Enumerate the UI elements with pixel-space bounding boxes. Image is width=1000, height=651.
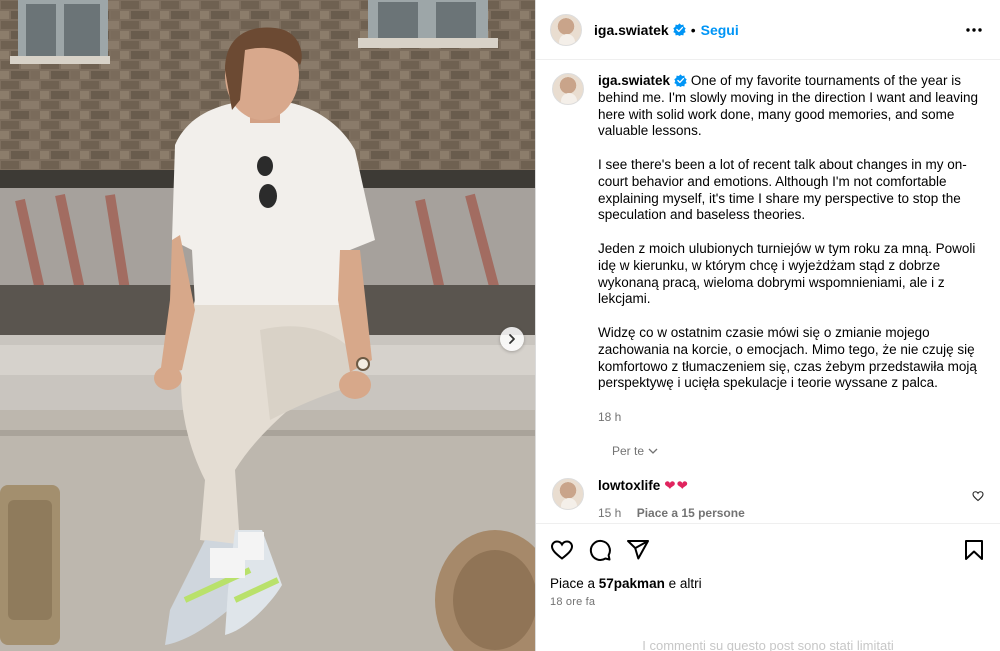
avatar[interactable] <box>550 13 582 46</box>
post-photo <box>0 0 535 651</box>
comment-like-heart-icon[interactable] <box>972 490 984 502</box>
verified-badge-icon <box>673 23 686 36</box>
more-options-button[interactable] <box>962 18 986 42</box>
caption-paragraph: Jeden z moich ulubionych turniejów w tym… <box>598 240 980 307</box>
comment-avatar[interactable] <box>552 477 584 510</box>
likes-summary[interactable]: Piace a 57pakman e altri <box>550 576 986 591</box>
post-actions: Piace a 57pakman e altri 18 ore fa I com… <box>536 523 1000 651</box>
post-side-panel: iga.swiatek • Segui iga.swiatek One of m… <box>535 0 1000 651</box>
verified-badge-icon <box>674 74 687 87</box>
comment-text: ❤❤ <box>664 477 689 493</box>
post-header: iga.swiatek • Segui <box>536 0 1000 60</box>
like-heart-icon[interactable] <box>550 538 574 562</box>
translate-label: Per te <box>612 443 645 458</box>
comment-item: lowtoxlife ❤❤ 15 h Piace a 15 persone <box>552 477 986 520</box>
comment-bubble-icon[interactable] <box>588 538 612 562</box>
caption-paragraph: iga.swiatek One of my favorite tournamen… <box>598 73 983 140</box>
caption-paragraph: Widzę co w ostatnim czasie mówi się o zm… <box>598 324 981 391</box>
post-timestamp[interactable]: 18 ore fa <box>550 596 986 608</box>
likes-suffix: e altri <box>664 576 702 591</box>
caption-body: iga.swiatek One of my favorite tournamen… <box>598 73 983 426</box>
likes-prefix: Piace a <box>550 576 599 591</box>
save-bookmark-icon[interactable] <box>962 538 986 562</box>
comments-limited-notice: I commenti su questo post sono stati lim… <box>642 638 894 651</box>
action-icons <box>550 538 986 562</box>
more-horizontal-icon <box>966 27 982 32</box>
translate-toggle[interactable]: Per te <box>612 444 658 458</box>
comments-section: iga.swiatek One of my favorite tournamen… <box>536 61 1000 523</box>
caption-avatar[interactable] <box>552 73 584 105</box>
separator-dot: • <box>690 21 696 38</box>
comment-likes[interactable]: Piace a 15 persone <box>637 506 745 520</box>
caption-username[interactable]: iga.swiatek <box>598 73 670 88</box>
comment-time[interactable]: 15 h <box>598 506 621 520</box>
follow-button[interactable]: Segui <box>701 22 739 38</box>
caption-paragraph: I see there's been a lot of recent talk … <box>598 156 967 223</box>
comment-body: lowtoxlife ❤❤ 15 h Piace a 15 persone <box>598 478 757 520</box>
chevron-right-icon <box>509 334 515 344</box>
comment-username[interactable]: lowtoxlife <box>598 478 660 493</box>
share-paper-plane-icon[interactable] <box>626 538 650 562</box>
comment-meta: 15 h Piace a 15 persone <box>598 506 757 520</box>
username-link[interactable]: iga.swiatek <box>594 22 669 38</box>
chevron-down-icon <box>648 448 658 454</box>
likes-user[interactable]: 57pakman <box>599 576 665 591</box>
caption: iga.swiatek One of my favorite tournamen… <box>552 73 986 426</box>
post-image <box>0 0 535 651</box>
carousel-next-button[interactable] <box>500 327 524 351</box>
caption-time[interactable]: 18 h <box>598 409 983 426</box>
